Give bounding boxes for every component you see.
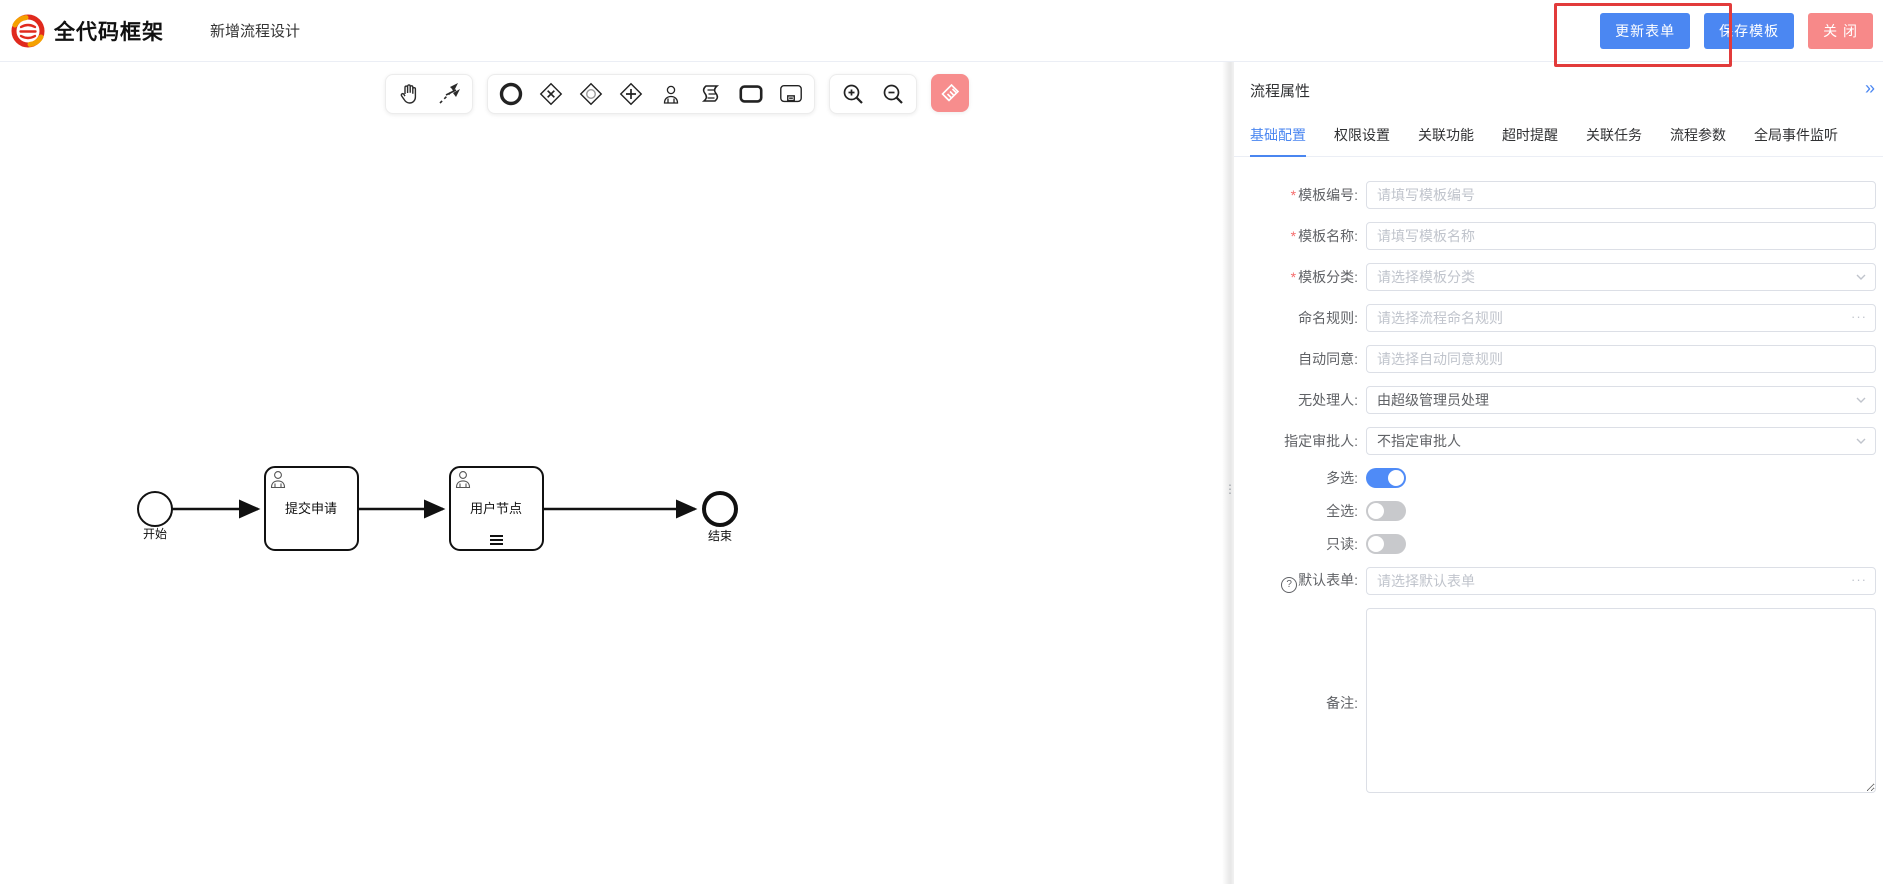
form-row-template-name: 模板名称: bbox=[1250, 222, 1876, 250]
template-category-label: 模板分类: bbox=[1250, 267, 1366, 287]
remark-label: 备注: bbox=[1250, 693, 1366, 713]
read-only-toggle[interactable] bbox=[1366, 534, 1406, 554]
panel-title: 流程属性 bbox=[1234, 62, 1883, 101]
toggle-knob bbox=[1368, 536, 1384, 552]
app-root: 全代码框架 新增流程设计 更新表单 保存模板 关 闭 bbox=[0, 0, 1883, 884]
properties-panel: 流程属性 » 基础配置 权限设置 关联功能 超时提醒 关联任务 流程参数 全局事… bbox=[1234, 62, 1883, 884]
panel-splitter[interactable]: ⋮ bbox=[1222, 62, 1234, 884]
page-title: 新增流程设计 bbox=[210, 20, 300, 41]
form-row-auto-agree: 自动同意: bbox=[1250, 345, 1876, 373]
form-row-no-handler: 无处理人: bbox=[1250, 386, 1876, 414]
task-icon[interactable] bbox=[738, 81, 764, 107]
hand-tool-icon[interactable] bbox=[396, 81, 422, 107]
task-node-submit[interactable]: 提交申请 bbox=[265, 467, 358, 550]
start-event-node[interactable]: 开始 bbox=[138, 492, 172, 541]
template-code-label: 模板编号: bbox=[1250, 185, 1366, 205]
assigned-approver-select[interactable] bbox=[1366, 427, 1876, 455]
script-task-icon[interactable] bbox=[698, 81, 724, 107]
tab-basic-config[interactable]: 基础配置 bbox=[1250, 117, 1306, 157]
zoom-in-icon[interactable] bbox=[840, 81, 866, 107]
multi-select-label: 多选: bbox=[1250, 468, 1366, 488]
close-button[interactable]: 关 闭 bbox=[1808, 13, 1873, 49]
toolbar-group-zoom bbox=[829, 74, 917, 114]
tab-global-event-listener[interactable]: 全局事件监听 bbox=[1754, 117, 1838, 156]
save-template-button[interactable]: 保存模板 bbox=[1704, 13, 1794, 49]
no-handler-label: 无处理人: bbox=[1250, 390, 1366, 410]
toggle-knob bbox=[1388, 470, 1404, 486]
template-name-input[interactable] bbox=[1366, 222, 1876, 250]
task1-label: 提交申请 bbox=[285, 501, 337, 516]
canvas-toolbar bbox=[385, 74, 969, 114]
header: 全代码框架 新增流程设计 更新表单 保存模板 关 闭 bbox=[0, 0, 1883, 62]
template-category-select[interactable] bbox=[1366, 263, 1876, 291]
start-event-label: 开始 bbox=[143, 527, 167, 541]
basic-config-form: 模板编号: 模板名称: 模板分类: 命名规则: ··· bbox=[1234, 157, 1883, 798]
inclusive-gateway-icon[interactable] bbox=[578, 81, 604, 107]
naming-rule-input[interactable] bbox=[1366, 304, 1876, 332]
panel-tabs: 基础配置 权限设置 关联功能 超时提醒 关联任务 流程参数 全局事件监听 bbox=[1234, 117, 1883, 157]
assigned-approver-label: 指定审批人: bbox=[1250, 431, 1366, 451]
start-event-icon[interactable] bbox=[498, 81, 524, 107]
select-all-label: 全选: bbox=[1250, 501, 1366, 521]
tab-related-functions[interactable]: 关联功能 bbox=[1418, 117, 1474, 156]
task-node-user[interactable]: 用户节点 bbox=[450, 467, 543, 550]
select-all-toggle[interactable] bbox=[1366, 501, 1406, 521]
user-task-icon[interactable] bbox=[658, 81, 684, 107]
form-row-assigned-approver: 指定审批人: bbox=[1250, 427, 1876, 455]
flow-canvas[interactable]: 开始 提交申请 bbox=[0, 62, 1222, 884]
form-row-template-code: 模板编号: bbox=[1250, 181, 1876, 209]
header-actions: 更新表单 保存模板 关 闭 bbox=[1600, 13, 1873, 49]
default-form-input[interactable] bbox=[1366, 567, 1876, 595]
toggle-knob bbox=[1368, 503, 1384, 519]
end-event-node[interactable]: 结束 bbox=[704, 493, 736, 543]
tab-permission-settings[interactable]: 权限设置 bbox=[1334, 117, 1390, 156]
auto-agree-input[interactable] bbox=[1366, 345, 1876, 373]
tab-process-params[interactable]: 流程参数 bbox=[1670, 117, 1726, 156]
tab-timeout-reminder[interactable]: 超时提醒 bbox=[1502, 117, 1558, 156]
default-form-label-text: 默认表单: bbox=[1298, 572, 1358, 588]
help-question-icon[interactable]: ? bbox=[1281, 577, 1297, 593]
form-row-template-category: 模板分类: bbox=[1250, 263, 1876, 291]
toolbar-group-elements bbox=[487, 74, 815, 114]
form-row-default-form: ?默认表单: ··· bbox=[1250, 567, 1876, 595]
update-form-button[interactable]: 更新表单 bbox=[1600, 13, 1690, 49]
format-brush-button[interactable] bbox=[931, 74, 969, 112]
form-row-naming-rule: 命名规则: ··· bbox=[1250, 304, 1876, 332]
brand-logo-icon bbox=[10, 13, 46, 49]
template-code-input[interactable] bbox=[1366, 181, 1876, 209]
form-row-multi-select: 多选: bbox=[1250, 468, 1876, 488]
template-name-label: 模板名称: bbox=[1250, 226, 1366, 246]
form-row-select-all: 全选: bbox=[1250, 501, 1876, 521]
exclusive-gateway-icon[interactable] bbox=[538, 81, 564, 107]
brand-name: 全代码框架 bbox=[54, 16, 164, 46]
bpmn-diagram: 开始 提交申请 bbox=[100, 390, 780, 570]
auto-agree-label: 自动同意: bbox=[1250, 349, 1366, 369]
parallel-gateway-icon[interactable] bbox=[618, 81, 644, 107]
default-form-label: ?默认表单: bbox=[1250, 570, 1366, 593]
read-only-label: 只读: bbox=[1250, 534, 1366, 554]
connect-tool-icon[interactable] bbox=[436, 81, 462, 107]
subprocess-icon[interactable] bbox=[778, 81, 804, 107]
no-handler-select[interactable] bbox=[1366, 386, 1876, 414]
task2-label: 用户节点 bbox=[470, 501, 522, 516]
form-row-read-only: 只读: bbox=[1250, 534, 1876, 554]
zoom-out-icon[interactable] bbox=[880, 81, 906, 107]
naming-rule-label: 命名规则: bbox=[1250, 308, 1366, 328]
form-row-remark: 备注: bbox=[1250, 608, 1876, 798]
end-event-label: 结束 bbox=[708, 529, 732, 543]
tab-related-tasks[interactable]: 关联任务 bbox=[1586, 117, 1642, 156]
toolbar-group-tools bbox=[385, 74, 473, 114]
remark-textarea[interactable] bbox=[1366, 608, 1876, 793]
panel-collapse-icon[interactable]: » bbox=[1865, 78, 1875, 99]
multi-select-toggle[interactable] bbox=[1366, 468, 1406, 488]
